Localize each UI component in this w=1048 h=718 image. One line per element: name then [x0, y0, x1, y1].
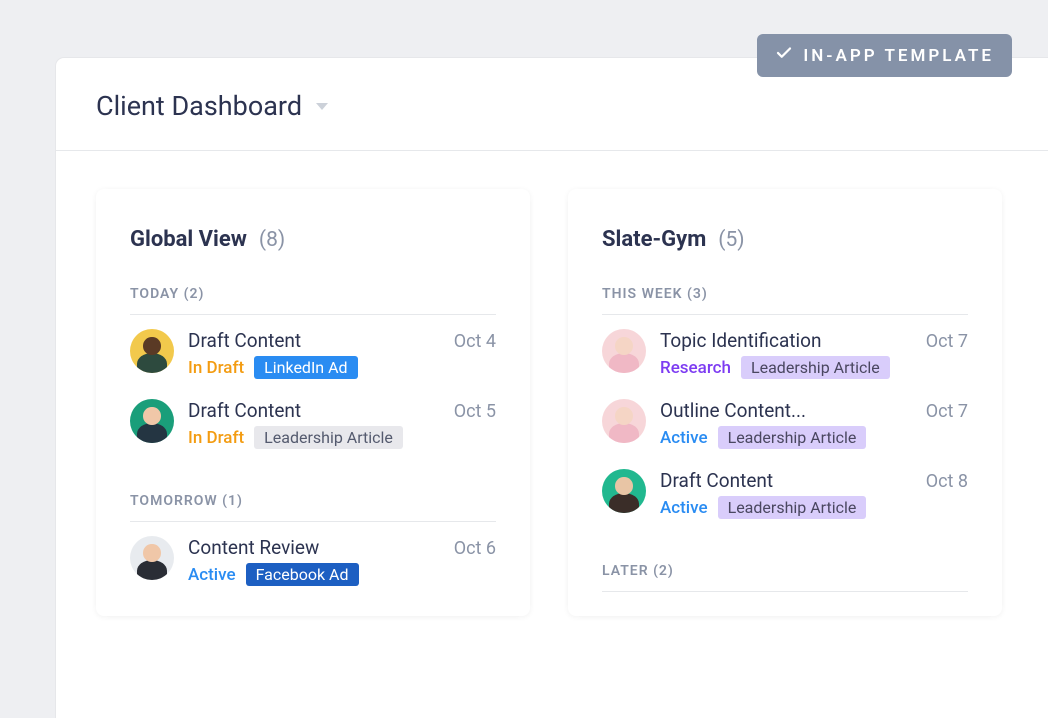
- column-card: Global View (8) TODAY (2) Draft Content Oct …: [96, 189, 530, 616]
- section-label: TODAY (2): [130, 286, 496, 315]
- task-tag: Facebook Ad: [246, 563, 359, 586]
- task-meta: In Draft LinkedIn Ad: [188, 356, 496, 379]
- task-top: Draft Content Oct 5: [188, 399, 496, 422]
- task-title: Topic Identification: [660, 329, 821, 352]
- task-tag: Leadership Article: [718, 496, 867, 519]
- task-date: Oct 5: [454, 401, 496, 422]
- avatar: [130, 399, 174, 443]
- task-meta: Active Leadership Article: [660, 496, 968, 519]
- task-row[interactable]: Outline Content... Oct 7 Active Leadership …: [602, 399, 968, 449]
- columns-container: Global View (8) TODAY (2) Draft Content Oct …: [56, 151, 1048, 616]
- task-top: Draft Content Oct 8: [660, 469, 968, 492]
- section-gap: [602, 539, 968, 563]
- avatar: [602, 399, 646, 443]
- page-title: Client Dashboard: [96, 90, 302, 122]
- task-top: Draft Content Oct 4: [188, 329, 496, 352]
- in-app-template-badge: IN-APP TEMPLATE: [757, 34, 1012, 77]
- task-title: Content Review: [188, 536, 319, 559]
- task-status: Research: [660, 358, 731, 378]
- avatar: [602, 469, 646, 513]
- chevron-down-icon: [316, 103, 328, 110]
- task-date: Oct 6: [454, 538, 496, 559]
- column-count: (5): [718, 228, 744, 252]
- task-title: Outline Content...: [660, 399, 806, 422]
- task-date: Oct 7: [926, 401, 968, 422]
- task-tag: Leadership Article: [741, 356, 890, 379]
- section-label: LATER (2): [602, 563, 968, 592]
- avatar: [130, 536, 174, 580]
- task-status: In Draft: [188, 358, 244, 378]
- section-label: THIS WEEK (3): [602, 286, 968, 315]
- task-row[interactable]: Topic Identification Oct 7 Research Leaders…: [602, 329, 968, 379]
- task-meta: In Draft Leadership Article: [188, 426, 496, 449]
- task-date: Oct 7: [926, 331, 968, 352]
- task-date: Oct 8: [926, 471, 968, 492]
- column-title: Global View: [130, 227, 247, 252]
- column-header: Slate-Gym (5): [602, 227, 968, 252]
- task-row[interactable]: Draft Content Oct 5 In Draft Leadership Art…: [130, 399, 496, 449]
- task-row[interactable]: Content Review Oct 6 Active Facebook Ad: [130, 536, 496, 586]
- task-tag: Leadership Article: [718, 426, 867, 449]
- section-gap: [130, 469, 496, 493]
- task-status: Active: [660, 428, 708, 448]
- task-status: Active: [660, 498, 708, 518]
- task-body: Draft Content Oct 4 In Draft LinkedIn Ad: [188, 329, 496, 379]
- task-title: Draft Content: [188, 329, 301, 352]
- task-status: Active: [188, 565, 236, 585]
- section-label: TOMORROW (1): [130, 493, 496, 522]
- task-top: Topic Identification Oct 7: [660, 329, 968, 352]
- task-top: Outline Content... Oct 7: [660, 399, 968, 422]
- task-row[interactable]: Draft Content Oct 8 Active Leadership Artic…: [602, 469, 968, 519]
- task-title: Draft Content: [660, 469, 773, 492]
- column-title: Slate-Gym: [602, 227, 706, 252]
- check-icon: [775, 44, 793, 67]
- column-header: Global View (8): [130, 227, 496, 252]
- task-top: Content Review Oct 6: [188, 536, 496, 559]
- column-card: Slate-Gym (5) THIS WEEK (3) Topic Identific…: [568, 189, 1002, 616]
- template-badge-label: IN-APP TEMPLATE: [803, 46, 994, 66]
- avatar: [130, 329, 174, 373]
- column-count: (8): [259, 228, 285, 252]
- task-row[interactable]: Draft Content Oct 4 In Draft LinkedIn Ad: [130, 329, 496, 379]
- main-panel: Client Dashboard Global View (8) TODAY (2)…: [56, 58, 1048, 718]
- task-body: Draft Content Oct 8 Active Leadership Artic…: [660, 469, 968, 519]
- task-meta: Active Facebook Ad: [188, 563, 496, 586]
- task-date: Oct 4: [454, 331, 496, 352]
- task-body: Outline Content... Oct 7 Active Leadership …: [660, 399, 968, 449]
- task-title: Draft Content: [188, 399, 301, 422]
- task-meta: Research Leadership Article: [660, 356, 968, 379]
- task-tag: Leadership Article: [254, 426, 403, 449]
- task-body: Topic Identification Oct 7 Research Leaders…: [660, 329, 968, 379]
- task-status: In Draft: [188, 428, 244, 448]
- task-body: Content Review Oct 6 Active Facebook Ad: [188, 536, 496, 586]
- task-meta: Active Leadership Article: [660, 426, 968, 449]
- task-body: Draft Content Oct 5 In Draft Leadership Art…: [188, 399, 496, 449]
- avatar: [602, 329, 646, 373]
- task-tag: LinkedIn Ad: [254, 356, 357, 379]
